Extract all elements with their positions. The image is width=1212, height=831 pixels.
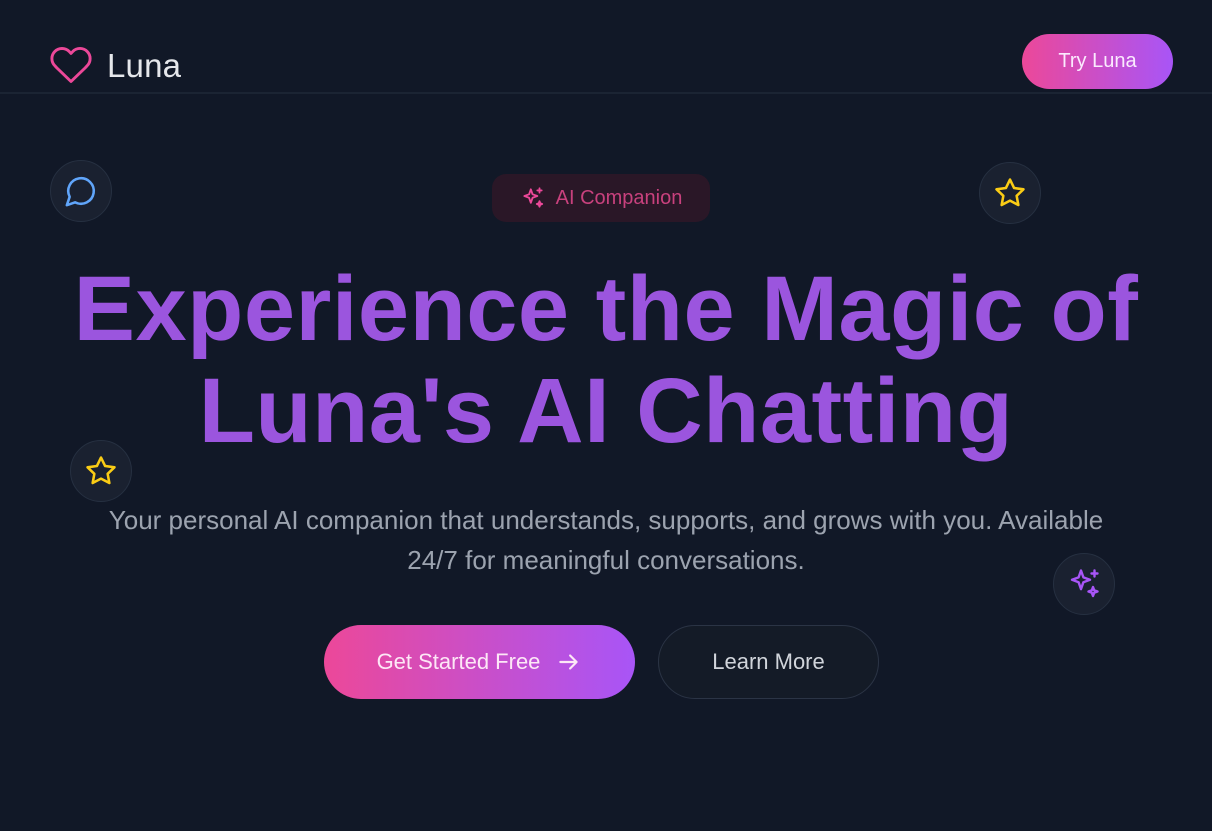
get-started-button[interactable]: Get Started Free	[324, 625, 635, 699]
star-icon	[995, 178, 1025, 207]
headline-line-1: Experience the Magic of	[73, 258, 1139, 360]
hero-headline: Experience the Magic of Luna's AI Chatti…	[0, 258, 1212, 462]
learn-more-button[interactable]: Learn More	[658, 625, 879, 699]
badge-label: AI Companion	[555, 186, 683, 209]
arrow-right-icon	[559, 654, 579, 670]
star-float-badge	[979, 162, 1041, 224]
site-header: Luna Try Luna	[0, 0, 1212, 94]
headline-line-2: Luna's AI Chatting	[198, 360, 1014, 462]
brand-name[interactable]: Luna	[107, 47, 181, 85]
landing-page: Luna Try Luna AI Companion Experience th…	[0, 0, 1212, 831]
ai-companion-badge: AI Companion	[492, 174, 710, 222]
sparkles-icon	[523, 187, 543, 208]
heart-icon	[50, 47, 92, 83]
chat-float-badge	[50, 160, 112, 222]
hero-subtitle: Your personal AI companion that understa…	[108, 505, 1104, 575]
try-luna-button[interactable]: Try Luna	[1022, 34, 1173, 89]
get-started-label: Get Started Free	[376, 649, 541, 674]
chat-bubble-icon	[65, 176, 96, 207]
